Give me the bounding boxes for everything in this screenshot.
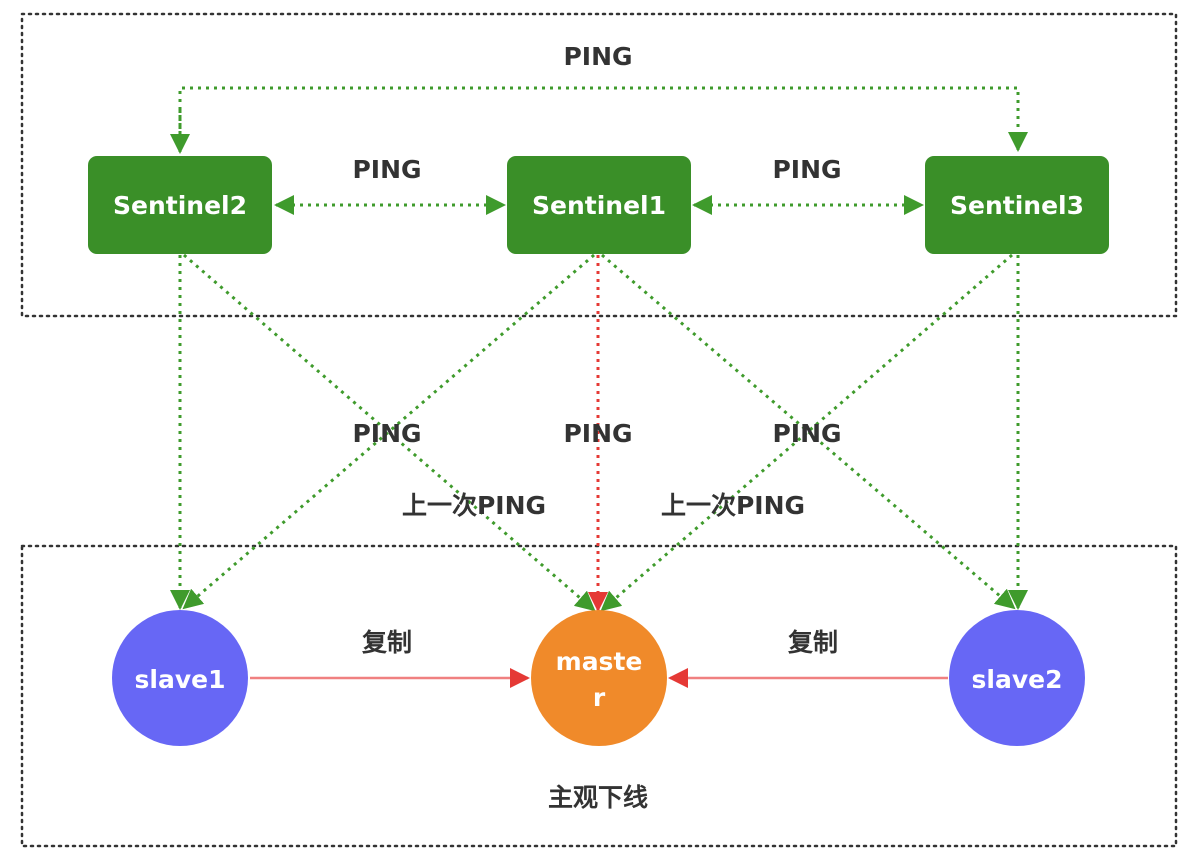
slave2-node[interactable]: slave2 [949,610,1085,746]
ping-right-label: PING [772,419,841,448]
ping-left-label: PING [352,419,421,448]
ping-top-label: PING [563,42,632,71]
subjective-down-label: 主观下线 [548,783,648,812]
ping-center-label: PING [563,419,632,448]
master-node[interactable]: maste r [531,610,667,746]
sentinel3-node[interactable]: Sentinel3 [925,156,1109,254]
replicate-left-label: 复制 [362,628,412,657]
ping-s2-s1-label: PING [352,155,421,184]
replicate-right-label: 复制 [788,628,838,657]
last-ping-left-label: 上一次PING [402,491,546,520]
slave1-label: slave1 [135,665,226,694]
ping-loop-line [178,86,1028,152]
sentinel-diagram: Sentinel2 Sentinel1 Sentinel3 slave1 mas… [20,12,1178,848]
diagram-canvas: Sentinel2 Sentinel1 Sentinel3 slave1 mas… [0,0,1200,860]
sentinel1-label: Sentinel1 [532,191,666,220]
sentinel1-node[interactable]: Sentinel1 [507,156,691,254]
master-label-line1: maste [556,647,643,676]
master-label-line2: r [593,683,606,712]
sentinel2-node[interactable]: Sentinel2 [88,156,272,254]
sentinel2-label: Sentinel2 [113,191,247,220]
slave2-label: slave2 [972,665,1063,694]
slave1-node[interactable]: slave1 [112,610,248,746]
last-ping-right-label: 上一次PING [661,491,805,520]
ping-s1-s3-label: PING [772,155,841,184]
sentinel3-label: Sentinel3 [950,191,1084,220]
